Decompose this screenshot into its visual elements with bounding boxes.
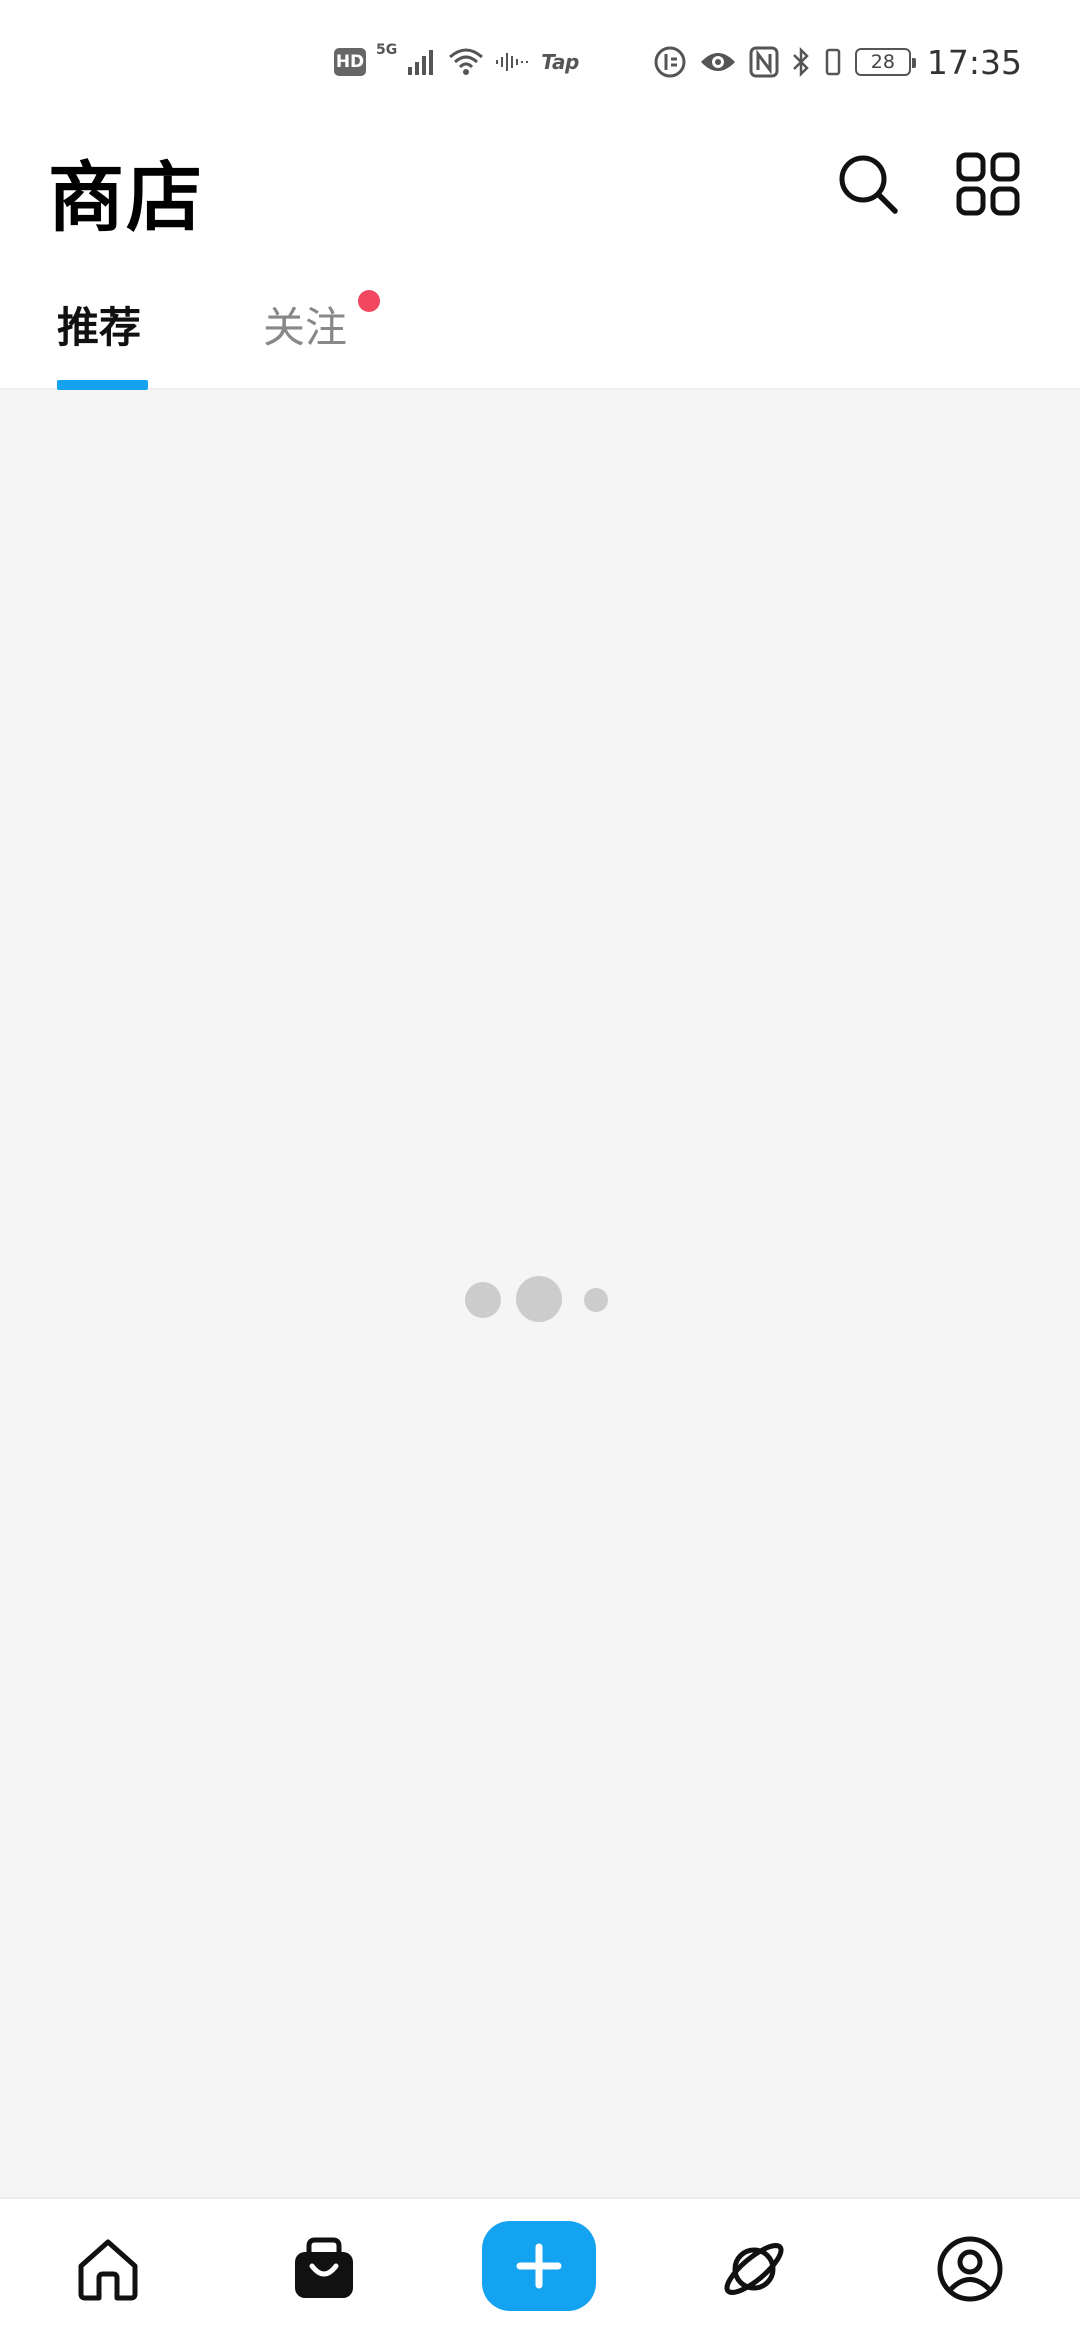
home-icon — [78, 2239, 138, 2301]
page-title: 商店 — [48, 153, 204, 242]
wifi-icon — [449, 48, 484, 75]
bottom-navigation — [0, 2197, 1080, 2338]
grid-icon — [956, 152, 1020, 216]
nfc-icon — [749, 46, 779, 78]
tab-follow[interactable]: 关注 — [263, 294, 347, 355]
plus-icon — [516, 2243, 562, 2289]
hd-badge: HD — [334, 48, 366, 76]
profile-icon — [937, 2236, 1003, 2302]
categories-button[interactable] — [948, 144, 1028, 224]
store-screen: HD 5G Tap 28 17:35 商店 推荐 关注 — [0, 0, 1080, 2338]
loading-dot — [465, 1282, 501, 1318]
shop-bag-icon — [295, 2237, 353, 2298]
vibrate-icon — [825, 48, 841, 76]
audio-wave-icon — [496, 53, 529, 71]
bluetooth-icon — [793, 46, 809, 78]
search-button[interactable] — [828, 144, 908, 224]
nav-discover[interactable] — [704, 2219, 804, 2319]
content-area — [0, 390, 1080, 2197]
status-left: HD 5G Tap — [334, 40, 579, 84]
planet-icon — [724, 2243, 784, 2295]
status-right: 28 17:35 — [653, 40, 1022, 84]
search-icon — [839, 155, 898, 214]
loading-dot — [584, 1288, 608, 1312]
nav-shop[interactable] — [274, 2219, 374, 2319]
header: 商店 — [0, 124, 1080, 264]
status-bar: HD 5G Tap 28 17:35 — [0, 0, 1080, 124]
loading-indicator — [0, 1270, 1080, 1330]
network-type: 5G — [376, 42, 398, 58]
notification-dot — [358, 290, 380, 312]
signal-icon — [408, 50, 434, 75]
nav-profile[interactable] — [920, 2219, 1020, 2319]
tab-recommend[interactable]: 推荐 — [57, 294, 141, 355]
data-saver-icon — [654, 46, 686, 78]
nav-add-button[interactable] — [482, 2221, 596, 2311]
loading-dot — [516, 1276, 562, 1322]
battery-indicator: 28 — [854, 48, 916, 76]
nav-home[interactable] — [58, 2219, 158, 2319]
tab-bar: 推荐 关注 — [0, 264, 1080, 390]
eye-icon — [700, 53, 735, 71]
clock: 17:35 — [926, 42, 1022, 82]
tap-label: Tap — [541, 50, 579, 74]
active-tab-indicator — [57, 380, 148, 390]
